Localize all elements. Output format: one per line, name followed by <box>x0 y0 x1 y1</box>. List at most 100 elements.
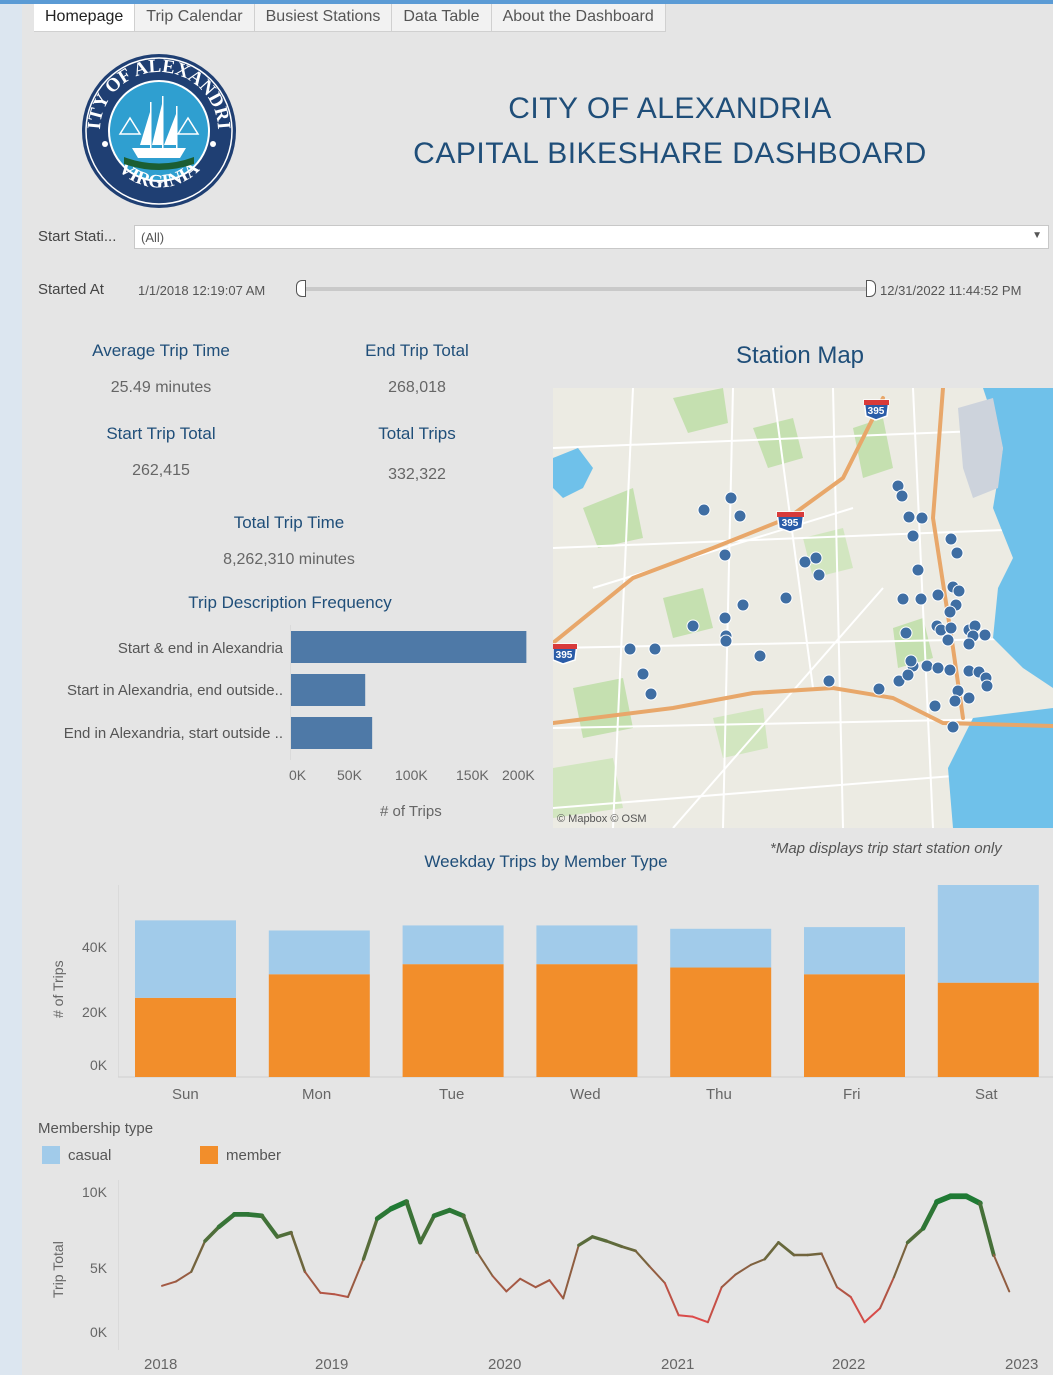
trip-total-line-segment <box>319 1291 336 1296</box>
station-map[interactable]: 395 395 395 © Mapbox © OSM <box>553 388 1053 828</box>
desc-bar <box>291 674 366 706</box>
start-trip-total-value: 262,415 <box>132 462 190 479</box>
weekday-bar-casual <box>268 930 370 975</box>
trip-total-line-segment <box>892 1241 909 1279</box>
trip-total-line-segment <box>763 1241 780 1261</box>
trip-total-line-segment <box>505 1277 522 1293</box>
total-trip-time-value: 8,262,310 minutes <box>223 551 355 568</box>
start-station-dropdown[interactable]: (All) ▼ <box>134 225 1049 249</box>
tab-data-table[interactable]: Data Table <box>392 4 492 31</box>
range-end-value: 12/31/2022 11:44:52 PM <box>880 283 1022 298</box>
legend-swatch-member <box>200 1146 218 1164</box>
map-attribution: © Mapbox © OSM <box>557 813 647 825</box>
trip-total-x-tick: 2019 <box>315 1356 349 1373</box>
trip-total-line-segment <box>548 1279 565 1300</box>
end-trip-total-label: End Trip Total <box>365 341 469 360</box>
tab-trip-calendar[interactable]: Trip Calendar <box>135 4 255 31</box>
chevron-down-icon[interactable]: ▼ <box>1032 230 1042 241</box>
trip-total-y-tick: 0K <box>90 1324 108 1340</box>
trip-total-y-axis-label: Trip Total <box>50 1241 66 1298</box>
trip-total-line-segment <box>677 1314 694 1318</box>
trip-total-line-segment <box>562 1244 580 1300</box>
legend-label: member <box>226 1146 282 1164</box>
trip-description-chart-title: Trip Description Frequency <box>188 593 392 612</box>
trip-total-line-segment <box>388 1199 410 1212</box>
legend-item-casual[interactable]: casual <box>42 1146 111 1164</box>
trip-total-line-segment <box>174 1270 193 1283</box>
weekday-x-tick: Sun <box>172 1086 199 1103</box>
trip-total-line-chart <box>118 1180 1011 1350</box>
trip-total-line-segment <box>431 1207 452 1219</box>
weekday-bar-casual <box>536 925 638 965</box>
trip-total-line-segment <box>604 1239 624 1249</box>
station-map-canvas: 395 395 395 © Mapbox © OSM <box>553 388 1053 828</box>
weekday-bar-casual <box>135 920 236 998</box>
started-at-filter-label: Started At <box>38 281 104 298</box>
desc-x-tick: 100K <box>395 767 428 783</box>
trip-total-line-segment <box>534 1279 551 1289</box>
trip-total-line-segment <box>836 1286 852 1298</box>
start-station-filter-label: Start Stati... <box>38 228 117 245</box>
desc-x-tick: 200K <box>502 767 535 783</box>
weekday-bar-member <box>268 974 370 1077</box>
trip-total-line-segment <box>963 1193 983 1206</box>
trip-total-line-segment <box>978 1201 996 1257</box>
weekday-bar-casual <box>670 928 772 968</box>
end-trip-total-value: 268,018 <box>388 379 446 396</box>
date-range-slider-track[interactable] <box>302 287 870 291</box>
trip-total-line-segment <box>203 1225 221 1243</box>
legend-label: casual <box>68 1146 112 1164</box>
trip-total-line-segment <box>820 1252 839 1289</box>
trip-total-x-tick: 2020 <box>488 1356 522 1373</box>
trip-total-x-tick: 2022 <box>832 1356 866 1373</box>
trip-total-line-segment <box>289 1231 307 1274</box>
weekday-bar-casual <box>937 885 1039 983</box>
interstate-shield-icon: 395 <box>863 399 890 421</box>
trip-total-line-segment <box>777 1241 796 1257</box>
weekday-bar-member <box>804 974 905 1077</box>
tab-about-dashboard[interactable]: About the Dashboard <box>492 4 666 31</box>
desc-bar <box>291 717 373 749</box>
trip-total-line-segment <box>259 1213 280 1239</box>
trip-description-chart <box>290 625 527 760</box>
trip-total-line-segment <box>863 1307 882 1324</box>
avg-trip-time-label: Average Trip Time <box>92 341 230 360</box>
tab-bar: Homepage Trip Calendar Busiest Stations … <box>34 4 666 32</box>
trip-total-x-tick: 2021 <box>661 1356 695 1373</box>
trip-total-line-segment <box>418 1213 437 1245</box>
trip-total-line-segment <box>920 1199 940 1231</box>
tab-homepage[interactable]: Homepage <box>34 4 136 31</box>
weekday-x-tick: Mon <box>302 1086 332 1103</box>
legend-item-member[interactable]: member <box>200 1146 281 1164</box>
weekday-bar-member <box>135 997 236 1077</box>
trip-total-line-segment <box>620 1245 637 1253</box>
weekday-bar-casual <box>804 927 905 975</box>
interstate-shield-icon: 395 <box>553 643 578 665</box>
weekday-x-tick: Thu <box>706 1086 732 1103</box>
trip-total-y-tick: 5K <box>90 1260 108 1276</box>
dashboard-title-line1: CITY OF ALEXANDRIA <box>508 92 832 125</box>
trip-total-line-segment <box>190 1239 207 1273</box>
station-map-title: Station Map <box>735 342 865 369</box>
city-seal-logo: CITY OF ALEXANDRIA VIRGINIA <box>80 52 236 208</box>
trip-total-line-segment <box>720 1273 737 1289</box>
trip-total-line-segment <box>161 1280 177 1287</box>
desc-bar-label: End in Alexandria, start outside .. <box>63 725 283 742</box>
range-start-handle[interactable] <box>296 280 306 297</box>
weekday-y-tick: 40K <box>82 939 107 955</box>
range-end-handle[interactable] <box>866 280 876 297</box>
avg-trip-time-value: 25.49 minutes <box>110 379 212 396</box>
desc-x-tick: 0K <box>289 767 307 783</box>
trip-total-x-tick: 2023 <box>1005 1356 1039 1373</box>
svg-text:395: 395 <box>782 518 799 529</box>
trip-total-line-segment <box>491 1275 508 1293</box>
total-trips-label: Total Trips <box>378 424 456 443</box>
weekday-bar-member <box>670 967 772 1077</box>
trip-total-line-segment <box>749 1258 766 1266</box>
desc-x-tick: 150K <box>456 767 489 783</box>
weekday-y-tick: 0K <box>90 1057 108 1073</box>
trip-total-line-segment <box>734 1263 752 1276</box>
trip-total-y-tick: 10K <box>82 1184 107 1200</box>
trip-total-line-segment <box>275 1230 293 1239</box>
tab-busiest-stations[interactable]: Busiest Stations <box>255 4 393 31</box>
